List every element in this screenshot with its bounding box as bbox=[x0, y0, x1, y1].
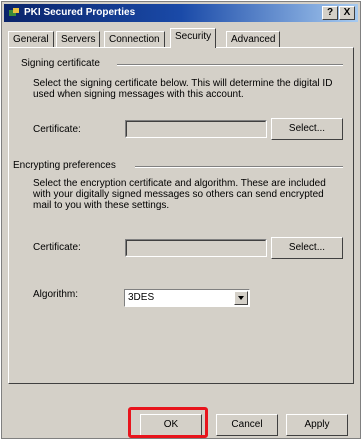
signing-description: Select the signing certificate below. Th… bbox=[33, 78, 333, 100]
group-divider bbox=[117, 64, 343, 66]
window-title: PKI Secured Properties bbox=[24, 7, 136, 18]
chevron-down-icon[interactable] bbox=[234, 291, 248, 305]
tab-advanced[interactable]: Advanced bbox=[226, 31, 281, 47]
close-button[interactable]: X bbox=[339, 6, 355, 20]
properties-dialog: PKI Secured Properties ? X General Serve… bbox=[1, 1, 361, 439]
encrypting-group-title: Encrypting preferences bbox=[13, 160, 116, 171]
signing-select-button[interactable]: Select... bbox=[271, 118, 343, 140]
help-button[interactable]: ? bbox=[322, 6, 338, 20]
ok-highlight-box bbox=[128, 407, 208, 438]
algorithm-value: 3DES bbox=[128, 292, 155, 303]
signing-certificate-field[interactable] bbox=[125, 120, 267, 138]
security-panel: Signing certificate Select the signing c… bbox=[8, 47, 354, 384]
title-bar: PKI Secured Properties ? X bbox=[4, 4, 358, 22]
tab-connection[interactable]: Connection bbox=[104, 31, 165, 47]
app-icon bbox=[9, 8, 19, 16]
tab-servers[interactable]: Servers bbox=[56, 31, 101, 47]
signing-certificate-label: Certificate: bbox=[33, 124, 81, 135]
cancel-button[interactable]: Cancel bbox=[216, 414, 278, 436]
algorithm-select[interactable]: 3DES bbox=[124, 289, 250, 307]
encrypting-certificate-label: Certificate: bbox=[33, 242, 81, 253]
signing-group-title: Signing certificate bbox=[21, 58, 100, 69]
apply-button[interactable]: Apply bbox=[286, 414, 348, 436]
tab-general[interactable]: General bbox=[8, 31, 54, 47]
encrypting-certificate-field[interactable] bbox=[125, 239, 267, 257]
encrypting-select-button[interactable]: Select... bbox=[271, 237, 343, 259]
algorithm-label: Algorithm: bbox=[33, 289, 79, 300]
encrypting-description: Select the encryption certificate and al… bbox=[33, 178, 326, 211]
tab-security[interactable]: Security bbox=[170, 28, 217, 48]
group-divider bbox=[135, 166, 343, 168]
